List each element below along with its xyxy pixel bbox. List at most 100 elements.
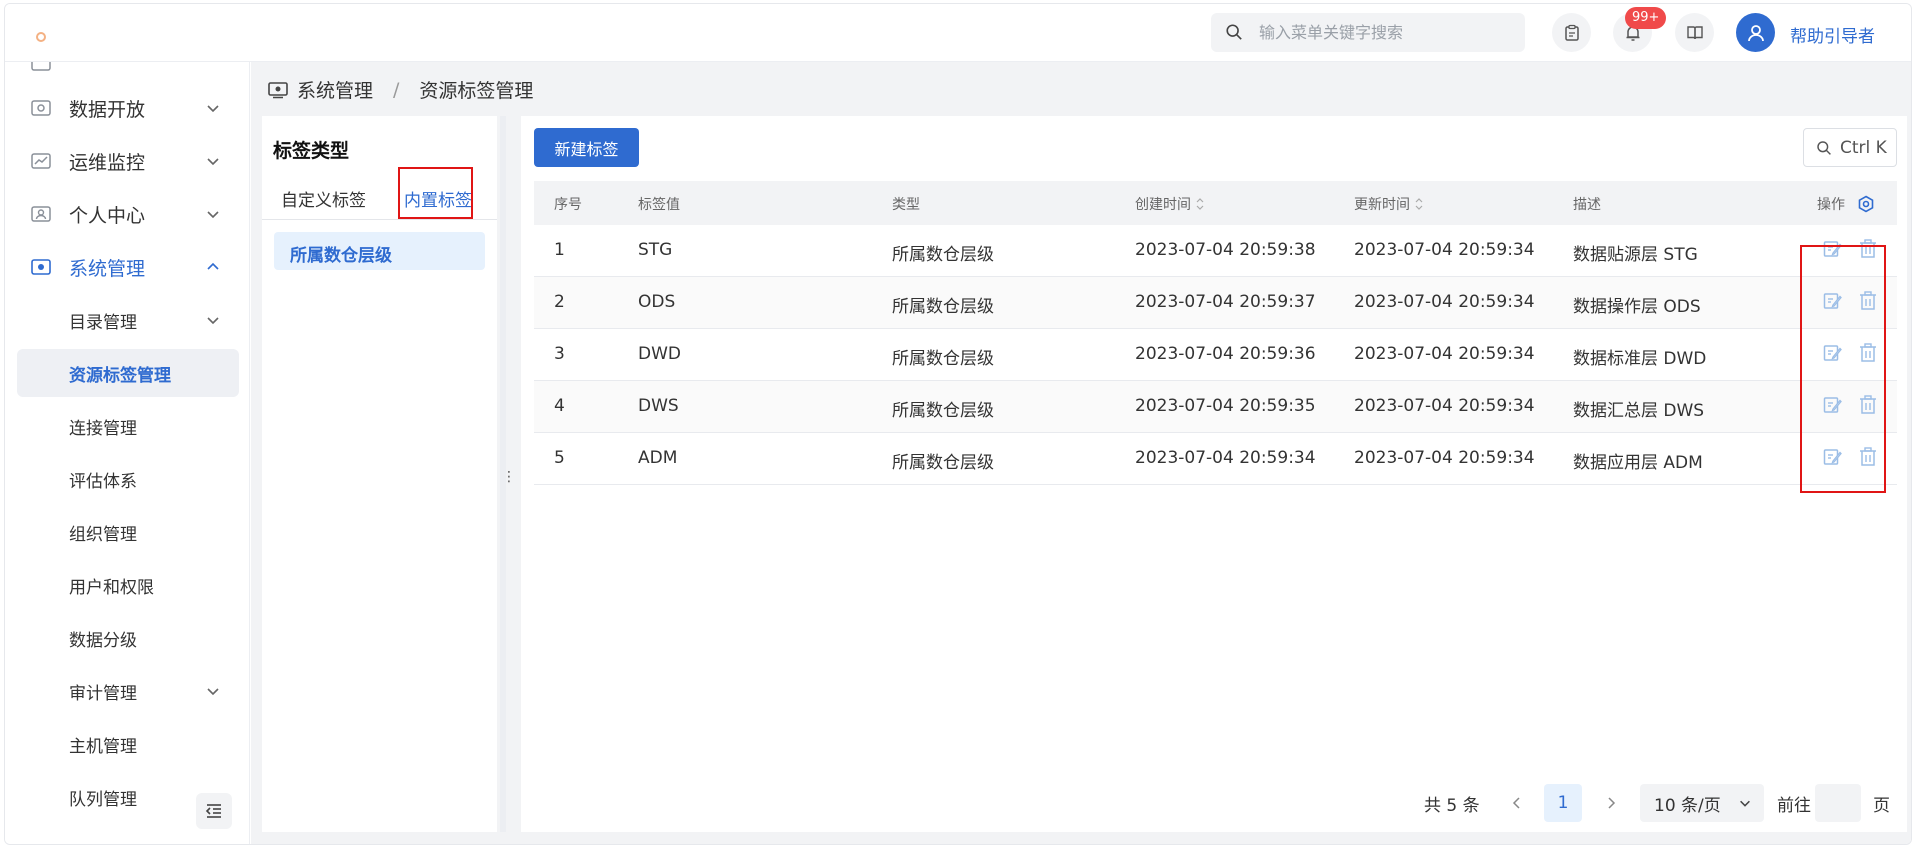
sidebar-subitem-resource-tags[interactable]: 资源标签管理 bbox=[17, 349, 239, 397]
sidebar-subitem-audit[interactable]: 审计管理 bbox=[17, 667, 239, 715]
table-row: 4 DWS 所属数仓层级 2023-07-04 20:59:35 2023-07… bbox=[534, 381, 1897, 433]
tag-type-item-selected[interactable]: 所属数仓层级 bbox=[274, 232, 485, 270]
column-header-desc: 描述 bbox=[1573, 194, 1601, 214]
next-page-button[interactable] bbox=[1601, 784, 1621, 822]
sort-icon bbox=[1196, 198, 1204, 210]
tag-type-panel: 标签类型 自定义标签 内置标签 所属数仓层级 bbox=[262, 116, 497, 832]
sidebar-item-hidden-top[interactable] bbox=[5, 62, 249, 86]
tag-type-title: 标签类型 bbox=[273, 140, 350, 162]
tab-custom-tags[interactable]: 自定义标签 bbox=[281, 186, 366, 211]
page-size-select[interactable]: 10 条/页 bbox=[1640, 784, 1764, 822]
system-admin-icon bbox=[268, 81, 288, 98]
page-number[interactable]: 1 bbox=[1544, 784, 1582, 822]
data-open-icon bbox=[30, 99, 52, 117]
cell-updated: 2023-07-04 20:59:34 bbox=[1354, 448, 1535, 468]
user-avatar[interactable] bbox=[1736, 13, 1775, 52]
page-size-value[interactable]: 10 条/页 bbox=[1640, 784, 1764, 822]
column-header-label: 描述 bbox=[1573, 197, 1601, 213]
cell-updated: 2023-07-04 20:59:34 bbox=[1354, 344, 1535, 364]
monitor-chart-icon bbox=[30, 152, 52, 170]
chevron-down-icon bbox=[207, 317, 219, 325]
table-row: 2 ODS 所属数仓层级 2023-07-04 20:59:37 2023-07… bbox=[534, 277, 1897, 329]
user-name[interactable]: 帮助引导者 bbox=[1790, 22, 1875, 47]
cell-created: 2023-07-04 20:59:38 bbox=[1135, 240, 1316, 260]
prev-page-button[interactable] bbox=[1507, 784, 1527, 822]
menu-search-box[interactable] bbox=[1211, 13, 1525, 52]
sidebar-item-label: 系统管理 bbox=[69, 257, 146, 280]
highlight-box-tab bbox=[398, 167, 473, 219]
sidebar-subitem-label: 评估体系 bbox=[69, 471, 137, 492]
breadcrumb: 系统管理 / 资源标签管理 bbox=[267, 76, 533, 103]
cell-no: 3 bbox=[554, 344, 565, 364]
column-header-label: 类型 bbox=[892, 197, 920, 213]
goto-page-input[interactable] bbox=[1815, 784, 1861, 822]
sidebar-subitem-label: 组织管理 bbox=[69, 524, 137, 545]
top-bar: 99+ 帮助引导者 bbox=[5, 4, 1911, 62]
sidebar-subitem-connections[interactable]: 连接管理 bbox=[17, 402, 239, 450]
chevron-up-icon bbox=[207, 262, 219, 270]
logo-icon bbox=[36, 32, 46, 42]
sidebar-item-label: 数据开放 bbox=[69, 98, 146, 121]
sort-icon bbox=[1415, 198, 1423, 210]
cell-created: 2023-07-04 20:59:34 bbox=[1135, 448, 1316, 468]
cell-value: ODS bbox=[638, 292, 676, 312]
sidebar-subitem-label: 连接管理 bbox=[69, 418, 137, 439]
chevron-down-icon bbox=[207, 158, 219, 166]
chevron-down-icon bbox=[207, 105, 219, 113]
chevron-down-icon bbox=[207, 211, 219, 219]
cell-no: 2 bbox=[554, 292, 565, 312]
page-number-button[interactable]: 1 bbox=[1544, 784, 1582, 822]
sidebar-collapse-button[interactable] bbox=[196, 793, 232, 829]
cell-desc: 数据贴源层 STG bbox=[1573, 245, 1698, 265]
column-header-created[interactable]: 创建时间 bbox=[1135, 194, 1205, 214]
shortcut-label: Ctrl K bbox=[1840, 137, 1887, 158]
cell-desc: 数据汇总层 DWS bbox=[1573, 401, 1705, 421]
breadcrumb-root[interactable]: 系统管理 bbox=[297, 76, 373, 103]
cell-desc: 数据标准层 DWD bbox=[1573, 349, 1707, 369]
cell-type: 所属数仓层级 bbox=[892, 349, 994, 369]
sidebar: 数据开放 运维监控 个人中心 系统管理 目录管理 资源标签管理 连接管理 评估体… bbox=[5, 62, 250, 844]
sidebar-subitem-users-permissions[interactable]: 用户和权限 bbox=[17, 561, 239, 609]
cell-desc: 数据应用层 ADM bbox=[1573, 453, 1703, 473]
goto-page-field[interactable] bbox=[1815, 784, 1861, 822]
panel-resize-handle[interactable]: ⋮⋮ bbox=[500, 116, 529, 832]
cell-created: 2023-07-04 20:59:37 bbox=[1135, 292, 1316, 312]
sidebar-subitem-catalog[interactable]: 目录管理 bbox=[17, 296, 239, 344]
cell-type: 所属数仓层级 bbox=[892, 453, 994, 473]
chevron-left-icon bbox=[1512, 797, 1520, 809]
sidebar-subitem-data-classification[interactable]: 数据分级 bbox=[17, 614, 239, 662]
sidebar-item-ops-monitor[interactable]: 运维监控 bbox=[5, 138, 249, 184]
cell-created: 2023-07-04 20:59:35 bbox=[1135, 396, 1316, 416]
page-size-label: 10 条/页 bbox=[1654, 795, 1721, 816]
sidebar-subitem-label: 主机管理 bbox=[69, 736, 137, 757]
sidebar-subitem-evaluation[interactable]: 评估体系 bbox=[17, 455, 239, 503]
collapse-menu-icon bbox=[205, 804, 221, 818]
column-header-updated[interactable]: 更新时间 bbox=[1354, 194, 1424, 214]
sidebar-item-data-open[interactable]: 数据开放 bbox=[5, 85, 249, 131]
user-icon bbox=[1747, 24, 1764, 41]
column-header-label: 创建时间 bbox=[1135, 197, 1191, 213]
tag-list-panel: 新建标签 Ctrl K 序号 标签值 类型 创建时间 更新时间 描述 操作 1 … bbox=[521, 116, 1907, 832]
docs-button[interactable] bbox=[1675, 13, 1714, 52]
sidebar-item-system-admin[interactable]: 系统管理 bbox=[5, 244, 249, 290]
cell-value: STG bbox=[638, 240, 673, 260]
new-tag-button[interactable]: 新建标签 bbox=[534, 128, 639, 167]
sidebar-item-personal-center[interactable]: 个人中心 bbox=[5, 191, 249, 237]
clipboard-button[interactable] bbox=[1552, 13, 1591, 52]
column-header-actions: 操作 bbox=[1817, 194, 1875, 214]
column-header-value: 标签值 bbox=[638, 194, 680, 214]
app-window: 99+ 帮助引导者 数据开放 运维监控 个人中心 系 bbox=[4, 3, 1912, 845]
quick-search-button[interactable]: Ctrl K bbox=[1803, 128, 1897, 167]
sidebar-subitem-label: 审计管理 bbox=[69, 683, 137, 704]
sidebar-subitem-label: 资源标签管理 bbox=[69, 365, 171, 386]
sidebar-item-label: 个人中心 bbox=[69, 204, 146, 227]
sidebar-subitem-label: 数据分级 bbox=[69, 630, 137, 651]
sidebar-subitem-hosts[interactable]: 主机管理 bbox=[17, 720, 239, 768]
menu-search-input[interactable] bbox=[1259, 13, 1509, 52]
sidebar-subitem-organization[interactable]: 组织管理 bbox=[17, 508, 239, 556]
column-settings-icon[interactable] bbox=[1857, 195, 1875, 213]
page-suffix: 页 bbox=[1873, 795, 1890, 816]
tag-table: 序号 标签值 类型 创建时间 更新时间 描述 操作 1 STG 所属数仓层级 2… bbox=[534, 181, 1897, 485]
resource-icon bbox=[30, 62, 52, 72]
cell-value: DWS bbox=[638, 396, 679, 416]
